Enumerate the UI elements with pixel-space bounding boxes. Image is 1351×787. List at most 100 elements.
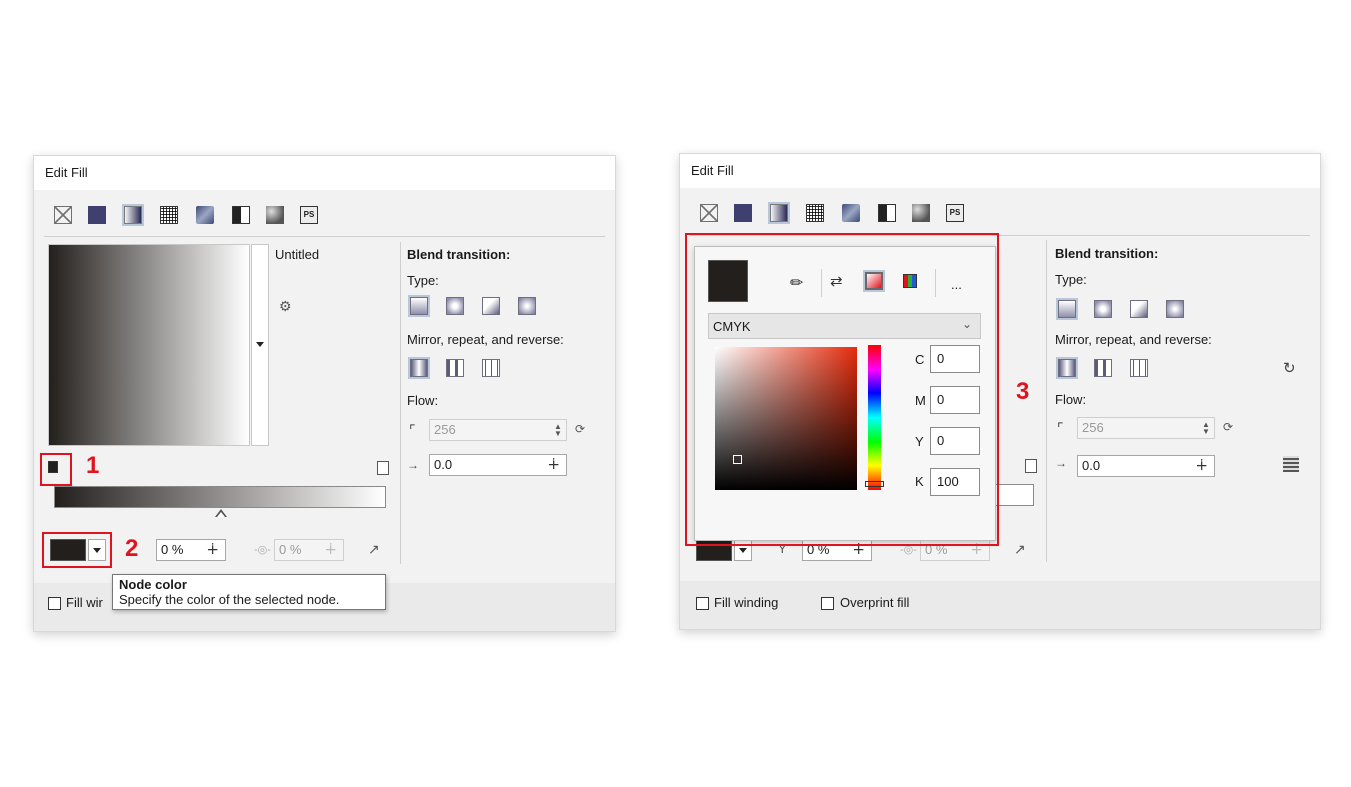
edit-fill-dialog-left: Edit Fill PS Untitled ⚙ Blend transition… [33, 155, 616, 632]
linear-type-button[interactable] [408, 295, 430, 317]
acceleration-field[interactable]: 0.0 ∔ [1077, 455, 1215, 477]
two-color-pattern-fill-icon[interactable] [878, 204, 896, 222]
column-divider [400, 242, 401, 564]
flow-label: Flow: [1055, 392, 1087, 407]
blend-transition-heading: Blend transition: [407, 247, 511, 262]
uniform-fill-icon[interactable] [88, 206, 106, 224]
steps-field[interactable]: 256 ▲ ▼ [1077, 417, 1215, 439]
annotation-number-3: 3 [1016, 378, 1030, 405]
toolbar-divider [44, 236, 605, 237]
transparency-value: 0 % [161, 542, 184, 557]
node-color-tooltip: Node color Specify the color of the sele… [112, 574, 386, 610]
preset-name: Untitled [275, 247, 320, 262]
annotation-number-2: 2 [125, 535, 139, 562]
vector-pattern-fill-icon[interactable] [806, 204, 824, 222]
steps-spinner[interactable]: ▲ ▼ [553, 423, 563, 438]
steps-icon: ⌜ [409, 422, 416, 438]
slider-icon[interactable]: ∔ [206, 540, 219, 560]
chevron-down-icon [256, 342, 264, 347]
overprint-fill-label: Overprint fill [840, 595, 910, 610]
midpoint-marker-inner [217, 512, 225, 517]
vector-pattern-fill-icon[interactable] [160, 206, 178, 224]
no-fill-icon[interactable] [54, 206, 72, 224]
free-scale-icon[interactable]: ↗ [1014, 541, 1026, 558]
acceleration-icon: → [407, 458, 419, 472]
default-fill-button[interactable] [408, 357, 430, 379]
steps-field[interactable]: 256 ▲ ▼ [429, 419, 567, 441]
steps-value: 256 [434, 422, 456, 437]
end-node-marker[interactable] [1025, 459, 1037, 473]
texture-fill-icon[interactable] [912, 204, 930, 222]
dialog-titlebar: Edit Fill [680, 154, 1320, 188]
end-node-marker[interactable] [377, 461, 389, 475]
annotation-box-1 [40, 453, 72, 486]
gradient-ramp[interactable] [54, 486, 386, 508]
repeat-button[interactable] [482, 359, 500, 377]
bitmap-pattern-fill-icon[interactable] [196, 206, 214, 224]
fountain-fill-icon[interactable] [122, 204, 144, 226]
tooltip-title: Node color [119, 577, 187, 592]
transparency-field[interactable]: 0 % ∔ [156, 539, 226, 561]
fill-winding-checkbox[interactable] [696, 597, 709, 610]
gradient-preview [48, 244, 250, 446]
rectangular-type-button[interactable] [1166, 300, 1184, 318]
acceleration-value: 0.0 [1082, 458, 1101, 473]
default-fill-button[interactable] [1056, 357, 1078, 379]
column-divider [1046, 240, 1047, 562]
acceleration-field[interactable]: 0.0 ∔ [429, 454, 567, 476]
mirror-repeat-label: Mirror, repeat, and reverse: [407, 332, 564, 347]
dialog-title: Edit Fill [691, 163, 734, 178]
texture-fill-icon[interactable] [266, 206, 284, 224]
acceleration-value: 0.0 [434, 457, 453, 472]
reverse-icon[interactable]: ↻ [1283, 359, 1296, 377]
bitmap-pattern-fill-icon[interactable] [842, 204, 860, 222]
elliptical-type-button[interactable] [446, 297, 464, 315]
free-scale-icon[interactable]: ↗ [368, 541, 380, 558]
type-label: Type: [407, 273, 439, 288]
postscript-fill-icon[interactable]: PS [300, 206, 318, 224]
mirror-repeat-label: Mirror, repeat, and reverse: [1055, 332, 1212, 347]
fill-winding-label: Fill winding [714, 595, 779, 610]
annotation-number-1: 1 [86, 452, 100, 479]
rectangular-type-button[interactable] [518, 297, 536, 315]
dialog-titlebar: Edit Fill [34, 156, 615, 190]
overprint-fill-checkbox[interactable] [821, 597, 834, 610]
uniform-fill-icon[interactable] [734, 204, 752, 222]
fill-winding-label: Fill wir [66, 595, 103, 610]
repeat-button[interactable] [1130, 359, 1148, 377]
tooltip-body: Specify the color of the selected node. [119, 592, 340, 607]
slider-icon[interactable]: ∔ [547, 455, 560, 475]
position-field[interactable]: 0 % ∔ [274, 539, 344, 561]
slider-icon[interactable]: ∔ [1195, 456, 1208, 476]
two-color-pattern-fill-icon[interactable] [232, 206, 250, 224]
lock-steps-icon[interactable]: ⟳ [575, 422, 585, 436]
steps-icon: ⌜ [1057, 420, 1064, 436]
slider-icon: ∔ [324, 541, 337, 558]
postscript-fill-icon[interactable]: PS [946, 204, 964, 222]
no-fill-icon[interactable] [700, 204, 718, 222]
transform-icon[interactable] [1283, 456, 1299, 472]
fill-winding-checkbox[interactable] [48, 597, 61, 610]
annotation-box-2 [42, 532, 112, 568]
acceleration-icon: → [1055, 456, 1067, 470]
repeat-mirror-button[interactable] [446, 359, 464, 377]
preset-dropdown-button[interactable] [251, 244, 269, 446]
position-value: 0 % [279, 542, 302, 557]
lock-steps-icon[interactable]: ⟳ [1223, 420, 1233, 434]
linear-type-button[interactable] [1056, 298, 1078, 320]
steps-spinner[interactable]: ▲ ▼ [1201, 421, 1211, 436]
position-icon: -◎- [254, 544, 271, 556]
flow-label: Flow: [407, 393, 439, 408]
type-label: Type: [1055, 272, 1087, 287]
fountain-fill-icon[interactable] [768, 202, 790, 224]
repeat-mirror-button[interactable] [1094, 359, 1112, 377]
blend-transition-heading: Blend transition: [1055, 246, 1159, 261]
steps-value: 256 [1082, 420, 1104, 435]
annotation-box-3 [685, 233, 999, 546]
save-preset-icon[interactable]: ⚙ [279, 298, 295, 314]
elliptical-type-button[interactable] [1094, 300, 1112, 318]
conical-type-button[interactable] [482, 297, 500, 315]
dialog-title: Edit Fill [45, 165, 88, 180]
conical-type-button[interactable] [1130, 300, 1148, 318]
chevron-down-icon [739, 548, 747, 553]
